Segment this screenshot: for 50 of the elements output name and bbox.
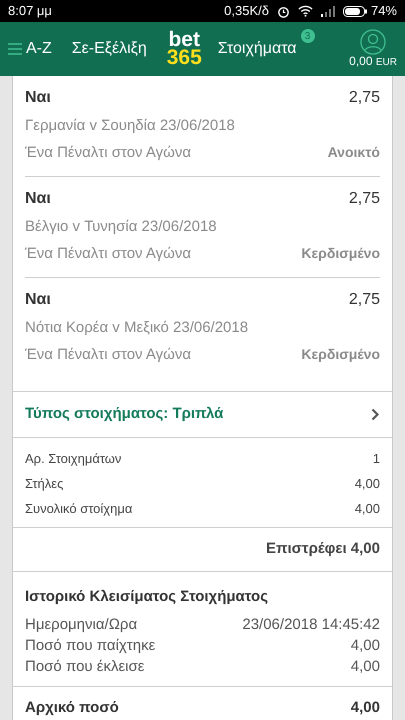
balance: 0,00 EUR bbox=[349, 55, 397, 69]
logo-number: 365 bbox=[166, 49, 202, 67]
chevron-right-icon bbox=[371, 408, 380, 421]
a-z-menu-button[interactable]: A-Z bbox=[8, 37, 52, 61]
selection-status: Κερδισμένο bbox=[301, 244, 380, 264]
summary-label: Στήλες bbox=[25, 474, 64, 493]
history-value: 23/06/2018 14:45:42 bbox=[242, 614, 380, 635]
alarm-icon bbox=[276, 4, 290, 18]
odds: 2,75 bbox=[348, 290, 380, 310]
menu-icon bbox=[8, 43, 22, 55]
market-name: Ένα Πέναλτι στον Αγώνα bbox=[25, 244, 191, 264]
odds: 2,75 bbox=[348, 88, 380, 108]
user-icon bbox=[360, 29, 386, 55]
history-label: Ποσό που παίχτηκε bbox=[25, 636, 156, 656]
history-label: Ημερομηνια/Ωρα bbox=[25, 614, 138, 635]
battery-icon bbox=[342, 6, 367, 16]
account-button[interactable]: 0,00 EUR bbox=[349, 29, 397, 69]
wifi-icon bbox=[298, 5, 313, 17]
summary-value: 1 bbox=[372, 450, 380, 468]
initial-stake-label: Αρχικό ποσό bbox=[25, 698, 119, 718]
summary-value: 4,00 bbox=[354, 500, 380, 518]
returns-total: Επιστρέφει 4,00 bbox=[266, 539, 380, 560]
clock: 8:07 μμ bbox=[8, 2, 52, 20]
event-name: Νότια Κορέα v Μεξικό 23/06/2018 bbox=[25, 318, 250, 338]
selection-status: Ανοικτό bbox=[328, 143, 380, 162]
market-name: Ένα Πέναλτι στον Αγώνα bbox=[25, 142, 191, 162]
history-title: Ιστορικό Κλεισίματος Στοιχήματος bbox=[25, 587, 269, 607]
summary-label: Αρ. Στοιχημάτων bbox=[25, 450, 122, 468]
summary-label: Συνολικό στοίχημα bbox=[25, 500, 132, 518]
odds: 2,75 bbox=[348, 189, 380, 209]
bet-type-row[interactable]: Τύπος στοιχήματος: Τριπλά bbox=[13, 392, 392, 438]
summary-value: 4,00 bbox=[354, 474, 380, 493]
event-name: Γερμανία v Σουηδία 23/06/2018 bbox=[25, 116, 236, 136]
selection-name: Ναι bbox=[25, 189, 51, 209]
selection-name: Ναι bbox=[25, 88, 51, 108]
history-label: Ποσό που έκλεισε bbox=[25, 656, 144, 677]
selection-status: Κερδισμένο bbox=[301, 345, 380, 364]
in-play-tab[interactable]: Σε-Εξέλιξη bbox=[72, 37, 147, 61]
logo[interactable]: bet 365 bbox=[166, 31, 202, 67]
logo-text: bet bbox=[168, 31, 200, 49]
selection-name: Ναι bbox=[25, 290, 51, 310]
initial-stake-value: 4,00 bbox=[350, 698, 380, 718]
signal-icon bbox=[320, 6, 335, 16]
event-name: Βέλγιο v Τυνησία 23/06/2018 bbox=[25, 217, 218, 237]
history-value: 4,00 bbox=[350, 636, 380, 656]
market-name: Ένα Πέναλτι στον Αγώνα bbox=[25, 344, 191, 364]
battery-level: 74% bbox=[370, 2, 397, 20]
network-speed: 0,35K/δ bbox=[224, 2, 269, 20]
bets-count-badge: 3 bbox=[300, 29, 315, 43]
history-value: 4,00 bbox=[350, 656, 380, 677]
